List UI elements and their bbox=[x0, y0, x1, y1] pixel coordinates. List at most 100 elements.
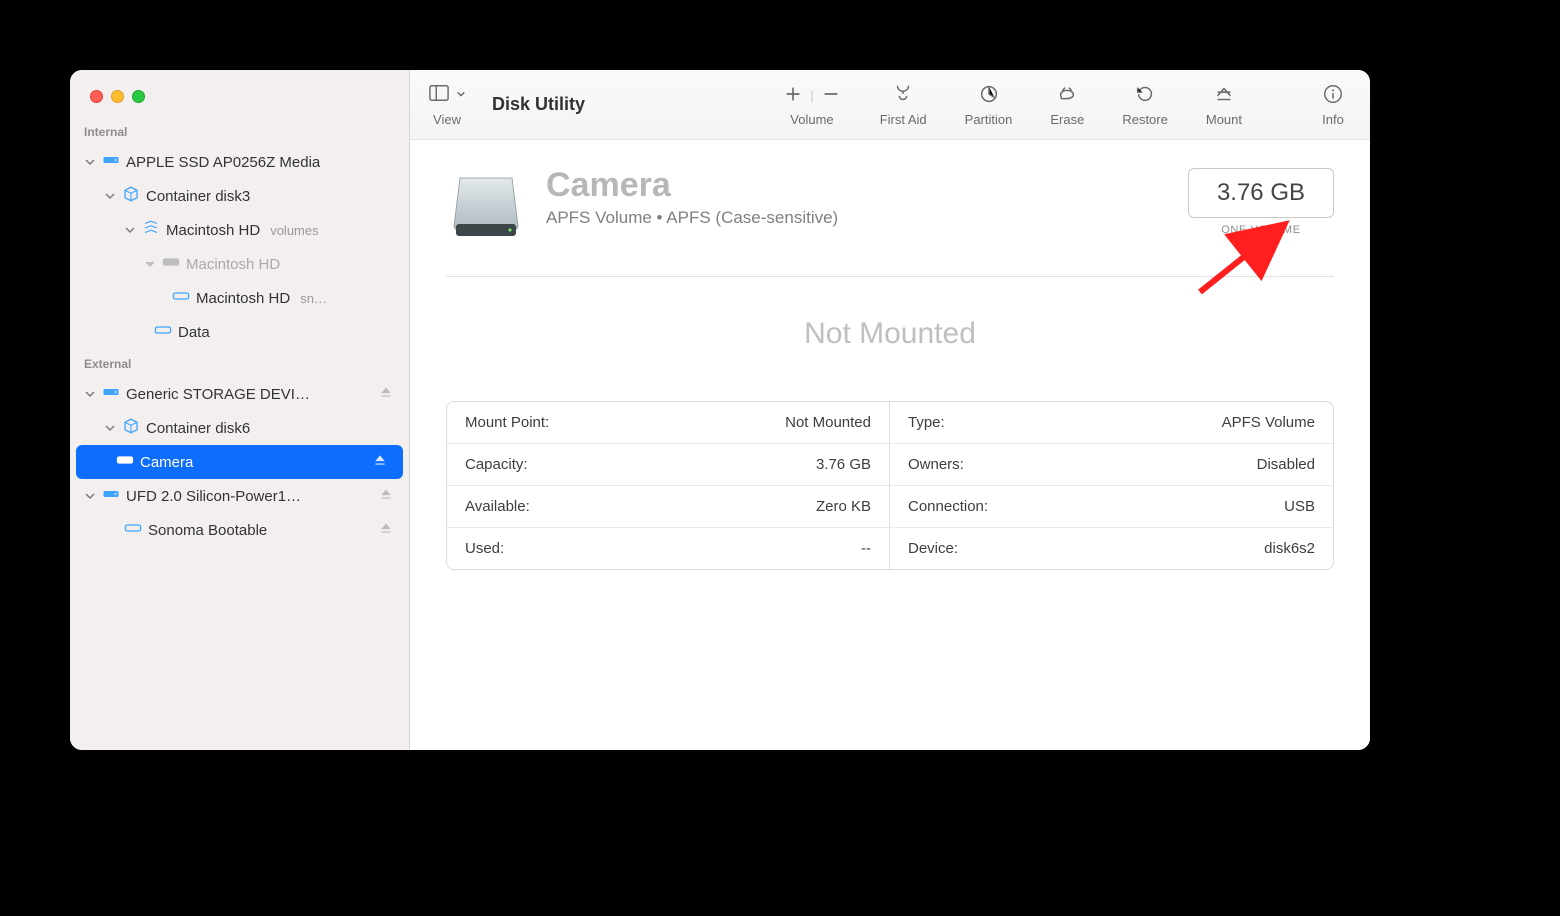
chevron-down-icon[interactable] bbox=[124, 224, 136, 236]
size-badge: 3.76 GB ONE VOLUME bbox=[1188, 168, 1334, 236]
sidebar-item-label: Camera bbox=[140, 454, 193, 471]
volume-add-remove[interactable]: | Volume bbox=[774, 83, 849, 127]
toolbar-label: Restore bbox=[1122, 112, 1168, 127]
toolbar-label: Volume bbox=[790, 112, 833, 127]
toolbar-label: View bbox=[433, 112, 461, 127]
mount-icon bbox=[1213, 83, 1235, 108]
prop-device: Device:disk6s2 bbox=[890, 528, 1333, 569]
erase-icon bbox=[1056, 83, 1078, 108]
partition-icon bbox=[978, 83, 1000, 108]
disk-icon bbox=[102, 485, 120, 507]
sidebar-disk-generic-storage[interactable]: Generic STORAGE DEVI… bbox=[70, 377, 409, 411]
minimize-window-button[interactable] bbox=[111, 90, 124, 103]
prop-connection: Connection:USB bbox=[890, 486, 1333, 528]
first-aid-icon bbox=[892, 83, 914, 108]
sidebar-volume-group-macintosh-hd[interactable]: Macintosh HD volumes bbox=[70, 213, 409, 247]
chevron-down-icon[interactable] bbox=[104, 190, 116, 202]
restore-icon bbox=[1134, 83, 1156, 108]
sidebar-item-label: Container disk6 bbox=[146, 420, 250, 437]
sidebar-volume-camera[interactable]: Camera bbox=[76, 445, 403, 479]
sidebar-item-label: UFD 2.0 Silicon-Power1… bbox=[126, 488, 301, 505]
zoom-window-button[interactable] bbox=[132, 90, 145, 103]
eject-icon[interactable] bbox=[379, 521, 393, 539]
sidebar-section-internal: Internal bbox=[70, 117, 409, 145]
sidebar-disk-ufd-silicon-power[interactable]: UFD 2.0 Silicon-Power1… bbox=[70, 479, 409, 513]
minus-icon[interactable] bbox=[820, 83, 842, 108]
sidebar-container-disk3[interactable]: Container disk3 bbox=[70, 179, 409, 213]
plus-icon[interactable] bbox=[782, 83, 804, 108]
sidebar-item-label: Container disk3 bbox=[146, 188, 250, 205]
toolbar-label: Info bbox=[1322, 112, 1344, 127]
sidebar-toggle-icon bbox=[428, 83, 450, 108]
volume-title: Camera bbox=[546, 168, 838, 204]
disk-utility-window: Internal APPLE SSD AP0256Z Media Contain… bbox=[70, 70, 1370, 750]
info-icon bbox=[1322, 83, 1344, 108]
sidebar-item-label: Macintosh HD bbox=[166, 222, 260, 239]
erase-button[interactable]: Erase bbox=[1042, 83, 1092, 127]
app-title: Disk Utility bbox=[492, 94, 585, 115]
chevron-down-icon[interactable] bbox=[144, 258, 156, 270]
chevron-down-icon bbox=[456, 86, 466, 104]
volume-icon bbox=[162, 253, 180, 275]
mount-status: Not Mounted bbox=[446, 317, 1334, 351]
volume-icon bbox=[154, 321, 172, 343]
eject-icon[interactable] bbox=[379, 487, 393, 505]
sidebar-item-label: Macintosh HD bbox=[186, 256, 280, 273]
window-controls bbox=[70, 90, 409, 117]
sidebar-volume-sonoma-bootable[interactable]: Sonoma Bootable bbox=[70, 513, 409, 547]
sidebar-item-label: Data bbox=[178, 324, 210, 341]
container-icon bbox=[122, 417, 140, 439]
view-menu[interactable]: View bbox=[428, 83, 466, 127]
chevron-down-icon[interactable] bbox=[84, 490, 96, 502]
divider bbox=[446, 276, 1334, 277]
volume-subtitle: APFS Volume • APFS (Case-sensitive) bbox=[546, 208, 838, 228]
first-aid-button[interactable]: First Aid bbox=[872, 83, 935, 127]
eject-icon[interactable] bbox=[373, 453, 387, 471]
sidebar-item-suffix: sn… bbox=[300, 291, 327, 306]
container-icon bbox=[122, 185, 140, 207]
toolbar-label: First Aid bbox=[880, 112, 927, 127]
prop-owners: Owners:Disabled bbox=[890, 444, 1333, 486]
info-table: Mount Point:Not Mounted Type:APFS Volume… bbox=[446, 401, 1334, 570]
volume-icon bbox=[172, 287, 190, 309]
prop-mount-point: Mount Point:Not Mounted bbox=[447, 402, 890, 444]
sidebar-section-external: External bbox=[70, 349, 409, 377]
sidebar-item-label: APPLE SSD AP0256Z Media bbox=[126, 154, 320, 171]
content: Camera APFS Volume • APFS (Case-sensitiv… bbox=[410, 140, 1370, 598]
sidebar-item-label: Macintosh HD bbox=[196, 290, 290, 307]
prop-type: Type:APFS Volume bbox=[890, 402, 1333, 444]
chevron-down-icon[interactable] bbox=[84, 156, 96, 168]
sidebar-item-label: Generic STORAGE DEVI… bbox=[126, 386, 310, 403]
toolbar-label: Erase bbox=[1050, 112, 1084, 127]
prop-capacity: Capacity:3.76 GB bbox=[447, 444, 890, 486]
toolbar-label: Partition bbox=[965, 112, 1013, 127]
sidebar-container-disk6[interactable]: Container disk6 bbox=[70, 411, 409, 445]
disk-icon bbox=[102, 383, 120, 405]
sidebar-volume-data[interactable]: Data bbox=[70, 315, 409, 349]
prop-used: Used:-- bbox=[447, 528, 890, 569]
toolbar: View Disk Utility | Volume First Aid Par… bbox=[410, 70, 1370, 140]
main-pane: View Disk Utility | Volume First Aid Par… bbox=[410, 70, 1370, 750]
chevron-down-icon[interactable] bbox=[84, 388, 96, 400]
sidebar-disk-internal[interactable]: APPLE SSD AP0256Z Media bbox=[70, 145, 409, 179]
close-window-button[interactable] bbox=[90, 90, 103, 103]
info-button[interactable]: Info bbox=[1314, 83, 1352, 127]
mount-button[interactable]: Mount bbox=[1198, 83, 1250, 127]
volume-icon bbox=[124, 519, 142, 541]
volume-icon bbox=[116, 451, 134, 473]
sidebar-volume-macintosh-hd-unmounted[interactable]: Macintosh HD bbox=[70, 247, 409, 281]
size-caption: ONE VOLUME bbox=[1188, 224, 1334, 236]
prop-available: Available:Zero KB bbox=[447, 486, 890, 528]
external-drive-icon bbox=[446, 168, 526, 248]
sidebar-item-suffix: volumes bbox=[270, 223, 318, 238]
sidebar-volume-macintosh-hd-snapshot[interactable]: Macintosh HD sn… bbox=[70, 281, 409, 315]
size-value: 3.76 GB bbox=[1188, 168, 1334, 218]
chevron-down-icon[interactable] bbox=[104, 422, 116, 434]
volume-group-icon bbox=[142, 219, 160, 241]
restore-button[interactable]: Restore bbox=[1114, 83, 1176, 127]
sidebar: Internal APPLE SSD AP0256Z Media Contain… bbox=[70, 70, 410, 750]
disk-icon bbox=[102, 151, 120, 173]
eject-icon[interactable] bbox=[379, 385, 393, 403]
toolbar-label: Mount bbox=[1206, 112, 1242, 127]
partition-button[interactable]: Partition bbox=[957, 83, 1021, 127]
